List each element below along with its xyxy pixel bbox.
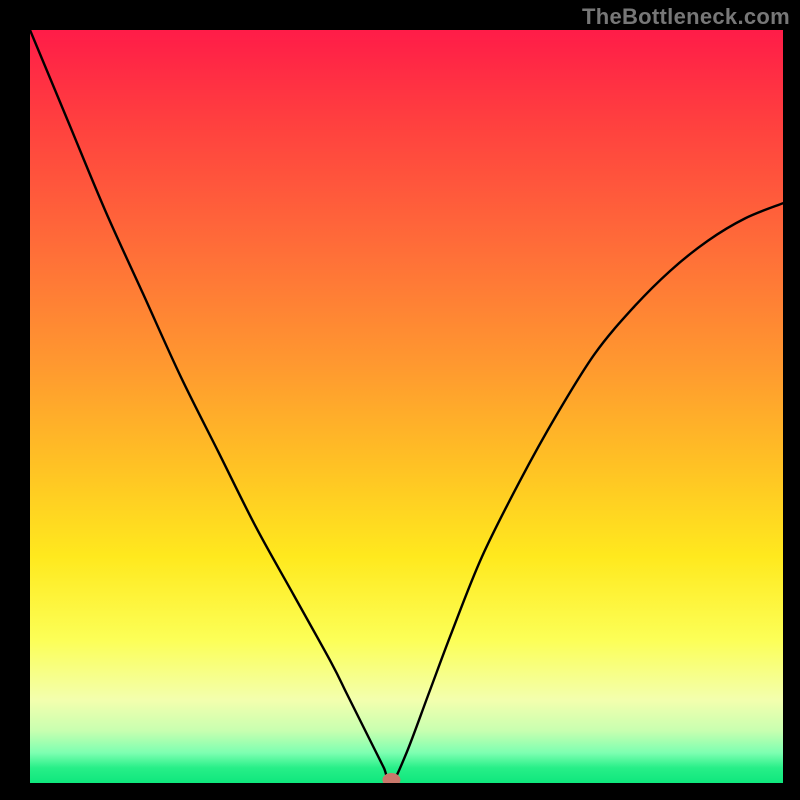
watermark-text: TheBottleneck.com [582, 4, 790, 30]
chart-frame: TheBottleneck.com [0, 0, 800, 800]
plot-area [30, 30, 783, 783]
curve-layer [30, 30, 783, 783]
bottleneck-curve [30, 30, 783, 783]
